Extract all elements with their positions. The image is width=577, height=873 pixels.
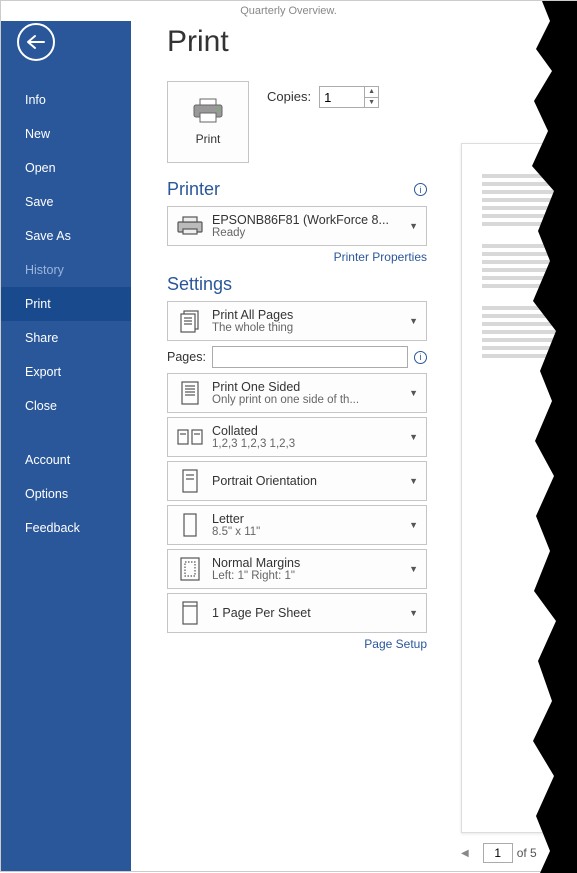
sidebar-item-new[interactable]: New [1, 117, 131, 151]
current-page-input[interactable] [483, 843, 513, 863]
chevron-down-icon: ▼ [405, 221, 422, 231]
pages-per-sheet-dropdown[interactable]: 1 Page Per Sheet ▼ [167, 593, 427, 633]
chevron-down-icon: ▼ [405, 432, 422, 442]
info-icon[interactable]: i [414, 351, 427, 364]
page-icon [174, 511, 206, 539]
collate-dropdown[interactable]: Collated 1,2,3 1,2,3 1,2,3 ▼ [167, 417, 427, 457]
page-setup-link[interactable]: Page Setup [167, 637, 427, 651]
chevron-down-icon: ▼ [405, 564, 422, 574]
printer-dropdown[interactable]: EPSONB86F81 (WorkForce 8... Ready ▼ [167, 206, 427, 246]
prev-page-button[interactable]: ◀ [461, 848, 469, 859]
print-range-dropdown[interactable]: Print All Pages The whole thing ▼ [167, 301, 427, 341]
sidebar-item-print[interactable]: Print [1, 287, 131, 321]
printer-name: EPSONB86F81 (WorkForce 8... [212, 213, 405, 227]
printer-status: Ready [212, 227, 405, 239]
chevron-down-icon: ▼ [405, 476, 422, 486]
copies-label: Copies: [267, 89, 311, 104]
backstage-sidebar: Info New Open Save Save As History Print… [1, 1, 131, 871]
pages-label: Pages: [167, 350, 206, 364]
print-button-label: Print [196, 132, 221, 146]
sidebar-item-export[interactable]: Export [1, 355, 131, 389]
sidebar-item-account[interactable]: Account [1, 443, 131, 477]
printer-heading: Printer i [167, 179, 427, 200]
back-button[interactable] [17, 23, 55, 61]
printer-properties-link[interactable]: Printer Properties [167, 250, 427, 264]
settings-heading: Settings [167, 274, 427, 295]
sidebar-item-history: History [1, 253, 131, 287]
collated-icon [174, 423, 206, 451]
portrait-icon [174, 467, 206, 495]
orientation-dropdown[interactable]: Portrait Orientation ▼ [167, 461, 427, 501]
back-arrow-icon [26, 34, 46, 50]
pages-input[interactable] [212, 346, 408, 368]
spin-down-icon[interactable]: ▼ [365, 98, 378, 108]
sidebar-item-close[interactable]: Close [1, 389, 131, 423]
sidebar-item-options[interactable]: Options [1, 477, 131, 511]
page-title: Print [167, 25, 427, 59]
sides-dropdown[interactable]: Print One Sided Only print on one side o… [167, 373, 427, 413]
sidebar-item-feedback[interactable]: Feedback [1, 511, 131, 545]
info-icon[interactable]: i [414, 183, 427, 196]
sidebar-item-save[interactable]: Save [1, 185, 131, 219]
paper-size-dropdown[interactable]: Letter 8.5" x 11" ▼ [167, 505, 427, 545]
sheet-icon [174, 599, 206, 627]
sidebar-item-info[interactable]: Info [1, 83, 131, 117]
chevron-down-icon: ▼ [405, 520, 422, 530]
chevron-down-icon: ▼ [405, 608, 422, 618]
sidebar-item-open[interactable]: Open [1, 151, 131, 185]
copies-stepper[interactable]: ▲ ▼ [319, 86, 379, 108]
print-button[interactable]: Print [167, 81, 249, 163]
margins-dropdown[interactable]: Normal Margins Left: 1" Right: 1" ▼ [167, 549, 427, 589]
main-panel: Print Print Copies: ▲ ▼ [131, 1, 576, 871]
sidebar-item-saveas[interactable]: Save As [1, 219, 131, 253]
pages-stack-icon [174, 307, 206, 335]
one-sided-icon [174, 379, 206, 407]
chevron-down-icon: ▼ [405, 388, 422, 398]
printer-icon [192, 98, 224, 124]
margins-icon [174, 555, 206, 583]
printer-device-icon [174, 212, 206, 240]
torn-edge-decoration [530, 1, 577, 873]
sidebar-item-share[interactable]: Share [1, 321, 131, 355]
spin-up-icon[interactable]: ▲ [365, 87, 378, 98]
chevron-down-icon: ▼ [405, 316, 422, 326]
copies-input[interactable] [320, 87, 364, 107]
